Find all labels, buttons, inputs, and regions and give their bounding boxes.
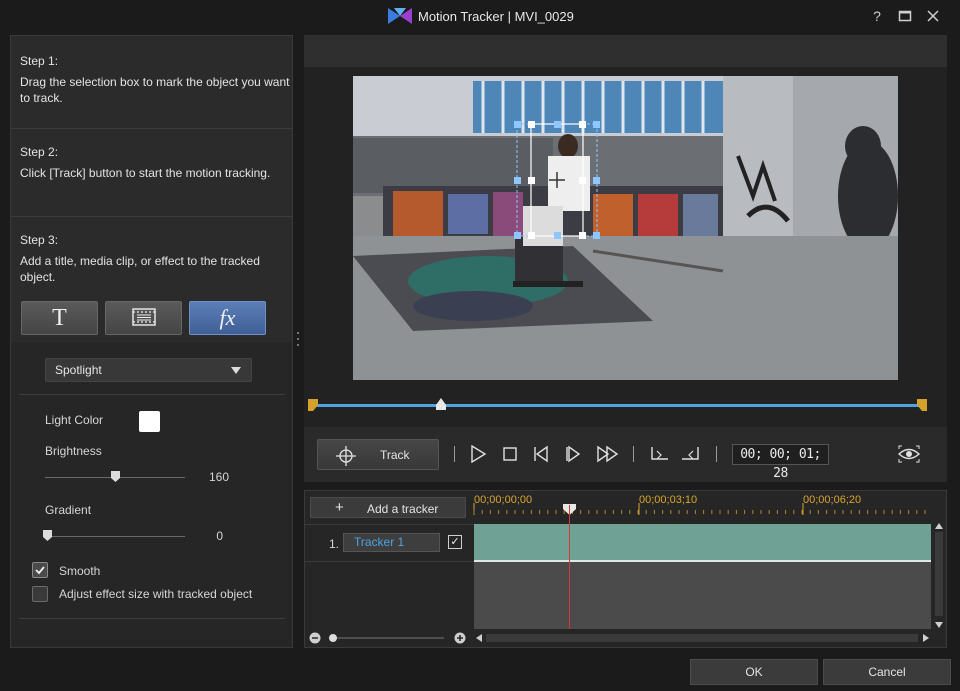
tracker-row[interactable]: 1. Tracker 1 ✓ <box>305 524 474 562</box>
smooth-label: Smooth <box>59 564 101 578</box>
light-color-swatch[interactable] <box>139 411 160 432</box>
timeline-ruler[interactable]: 00;00;00;00 00;00;03;10 00;00;06;20 <box>473 491 933 522</box>
plus-icon: + <box>335 499 344 516</box>
timeline-splitter[interactable] <box>615 486 635 496</box>
media-clip-icon <box>131 307 156 329</box>
mark-out-handle[interactable] <box>917 399 927 411</box>
close-icon[interactable] <box>926 9 940 23</box>
window-controls: ? <box>870 9 940 23</box>
smooth-checkbox[interactable] <box>32 562 48 578</box>
separator <box>633 446 634 462</box>
timecode-display[interactable]: 00; 00; 01; 28 <box>732 444 829 481</box>
brightness-slider-thumb[interactable] <box>110 471 120 482</box>
timeline-track-area[interactable] <box>474 524 931 629</box>
step-3-title: Step 3: <box>20 233 59 247</box>
previous-frame-icon[interactable] <box>532 445 550 463</box>
chevron-down-icon <box>231 367 241 374</box>
object-type-buttons: T fx <box>21 301 266 335</box>
preview-header <box>304 35 947 67</box>
effect-settings: Spotlight Light Color Brightness 160 Gra… <box>11 342 292 647</box>
tracker-enabled-checkbox[interactable]: ✓ <box>448 535 462 549</box>
panel-splitter[interactable] <box>296 332 300 352</box>
gradient-label: Gradient <box>45 503 92 517</box>
video-frame-image <box>353 76 898 380</box>
fx-icon: fx <box>219 305 236 330</box>
app-logo-icon <box>388 8 412 24</box>
cancel-button[interactable]: Cancel <box>823 659 951 685</box>
video-preview[interactable] <box>353 76 898 380</box>
adjust-size-checkbox[interactable] <box>32 586 48 602</box>
step-2: Step 2: Click [Track] button to start th… <box>11 129 292 217</box>
tracker-timeline: + Add a tracker 00;00;00;00 00;00;03;10 … <box>304 490 947 648</box>
crosshair-icon <box>336 446 356 466</box>
mark-out-icon[interactable] <box>680 445 702 463</box>
gradient-slider-thumb[interactable] <box>43 530 52 541</box>
preview-playhead-thumb[interactable] <box>436 398 446 410</box>
step-2-description: Click [Track] button to start the motion… <box>20 166 271 180</box>
add-tracker-label: Add a tracker <box>367 502 439 516</box>
separator <box>454 446 455 462</box>
instructions-panel: Step 1: Drag the selection box to mark t… <box>10 35 293 648</box>
preview-scrubber[interactable] <box>312 404 922 407</box>
mark-in-icon[interactable] <box>648 445 670 463</box>
playback-controls: Track 00; 00; 01; 28 <box>304 427 947 482</box>
title-icon: T <box>52 304 67 331</box>
timeline-zoom[interactable] <box>309 631 469 645</box>
checkmark-icon <box>35 566 45 575</box>
light-color-label: Light Color <box>45 413 104 427</box>
step-1-title: Step 1: <box>20 54 59 68</box>
tracker-index: 1. <box>329 537 340 551</box>
track-button[interactable]: Track <box>317 439 439 470</box>
tracker-name[interactable]: Tracker 1 <box>343 533 440 552</box>
effect-dropdown-value: Spotlight <box>55 363 102 377</box>
step-2-title: Step 2: <box>20 145 59 159</box>
divider <box>19 618 285 619</box>
timeline-playhead-line <box>569 505 570 629</box>
vertical-scrollbar[interactable] <box>933 522 945 629</box>
gradient-slider-track[interactable] <box>45 536 185 537</box>
maximize-icon[interactable] <box>898 9 912 23</box>
gradient-value: 0 <box>216 529 223 543</box>
add-effect-button[interactable]: fx <box>189 301 266 335</box>
divider <box>19 394 285 395</box>
effect-dropdown[interactable]: Spotlight <box>45 358 252 382</box>
window-title-group: Motion Tracker | MVI_0029 <box>388 8 574 24</box>
help-icon[interactable]: ? <box>870 9 884 23</box>
next-frame-icon[interactable] <box>564 445 582 463</box>
preview-area <box>304 67 947 427</box>
track-button-label: Track <box>380 448 410 462</box>
mark-in-handle[interactable] <box>308 399 318 411</box>
ok-button[interactable]: OK <box>690 659 818 685</box>
fast-forward-icon[interactable] <box>596 445 620 463</box>
preview-eye-icon[interactable] <box>898 445 920 463</box>
ruler-ticks <box>473 503 926 515</box>
brightness-label: Brightness <box>45 444 102 458</box>
add-media-button[interactable] <box>105 301 182 335</box>
add-tracker-button[interactable]: + Add a tracker <box>310 497 466 518</box>
brightness-value: 160 <box>208 470 229 484</box>
window-title: Motion Tracker | MVI_0029 <box>418 8 574 24</box>
step-3-description: Add a title, media clip, or effect to th… <box>20 254 260 284</box>
step-1-description: Drag the selection box to mark the objec… <box>20 75 290 105</box>
step-1: Step 1: Drag the selection box to mark t… <box>11 36 292 129</box>
separator <box>716 446 717 462</box>
play-icon[interactable] <box>469 445 487 463</box>
title-bar: Motion Tracker | MVI_0029 ? <box>0 0 960 34</box>
adjust-size-label: Adjust effect size with tracked object <box>59 587 253 601</box>
tracker-clip[interactable] <box>474 524 931 562</box>
tracking-selection-box[interactable] <box>513 118 603 244</box>
horizontal-scrollbar[interactable] <box>474 631 933 645</box>
stop-icon[interactable] <box>501 445 519 463</box>
add-title-button[interactable]: T <box>21 301 98 335</box>
